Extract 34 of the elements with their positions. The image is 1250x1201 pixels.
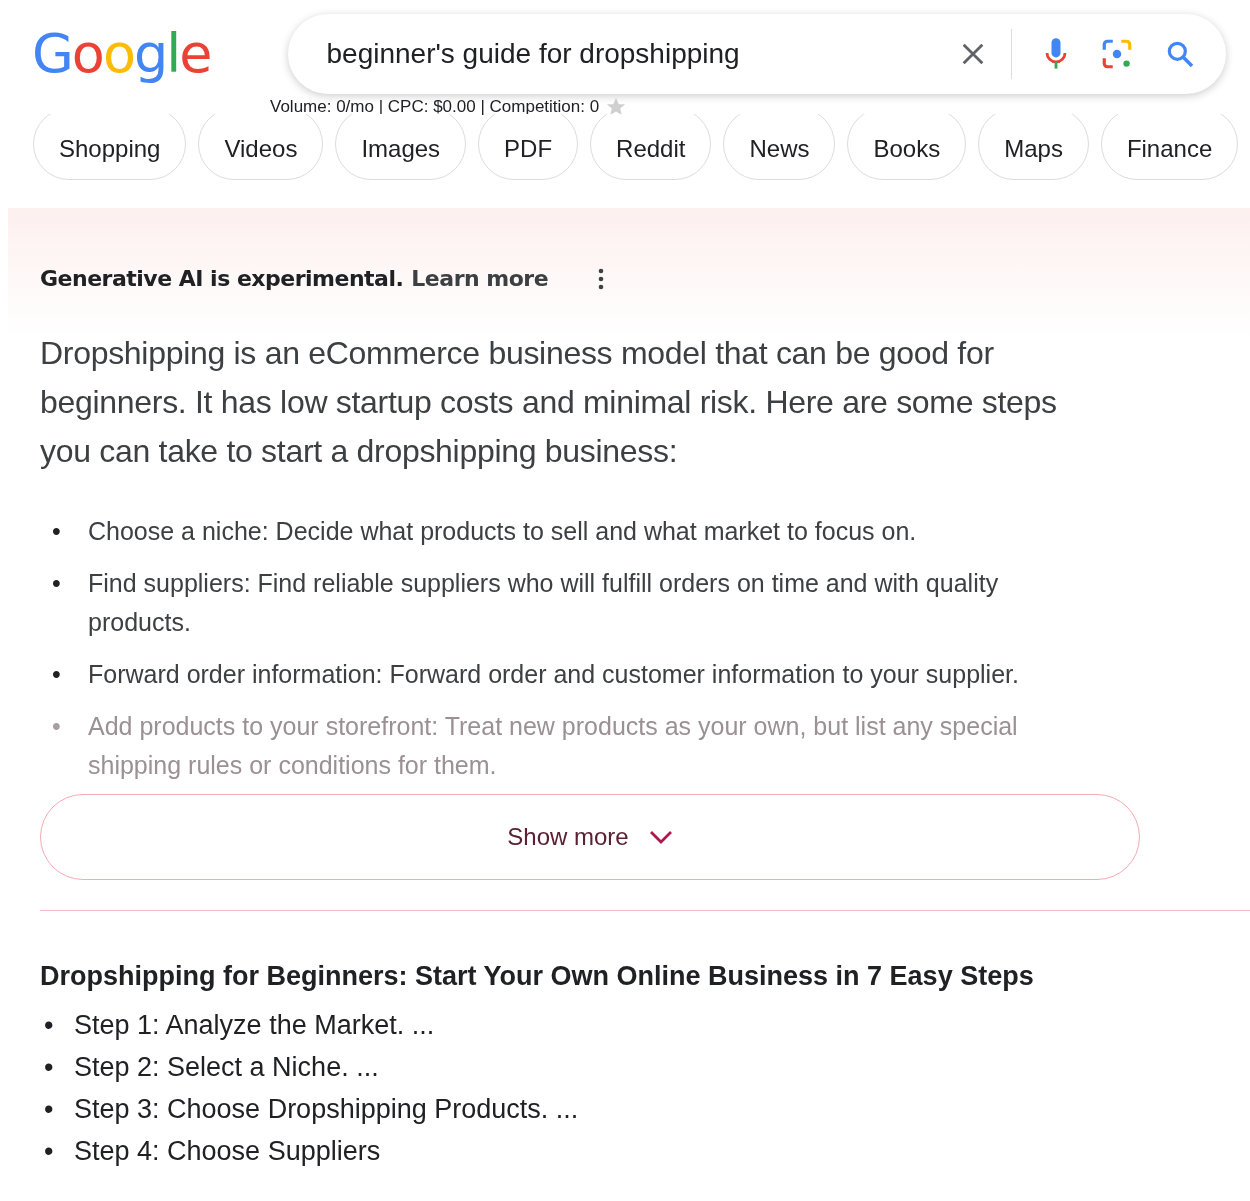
bullet: •	[44, 1093, 55, 1126]
filter-chip[interactable]: Shopping	[33, 114, 187, 180]
show-more-button[interactable]: Show more	[40, 794, 1140, 880]
filter-chip[interactable]: Books	[847, 114, 967, 180]
search-input[interactable]: beginner's guide for dropshipping	[324, 37, 930, 71]
bullet: •	[52, 516, 62, 547]
filter-chip[interactable]: Maps	[978, 114, 1089, 180]
google-logo[interactable]: Google	[32, 27, 211, 81]
snippet-step: Step 2: Select a Niche. ...	[74, 1046, 379, 1088]
learn-more-link[interactable]: Learn more	[411, 266, 549, 291]
filter-chip[interactable]: Finance	[1100, 114, 1239, 180]
step-text: Find suppliers: Find reliable suppliers who will fulfill orders on time and with quality products.	[88, 568, 1000, 638]
ai-summary: Dropshipping is an eCommerce business model that can be good for beginners. It has low startup costs and minimal risk. Here are some steps you can take to start a dropshipping business:	[40, 334, 1058, 471]
filter-chip[interactable]: Videos	[198, 114, 324, 180]
step-text: Choose a niche: Decide what products to sell and what market to focus on.	[88, 516, 918, 547]
ai-notice: Generative AI is experimental.	[40, 266, 404, 291]
chevron-down-icon	[648, 829, 673, 845]
snippet-step: Step 4: Choose Suppliers	[74, 1130, 381, 1172]
step-text: Forward order information: Forward order and customer information to your supplier.	[88, 659, 1020, 690]
bullet: •	[44, 1051, 55, 1084]
bullet: •	[52, 568, 62, 599]
snippet-step: Step 3: Choose Dropshipping Products. ...	[74, 1088, 579, 1130]
bullet: •	[44, 1009, 55, 1042]
step-text: Add products to your storefront: Treat new products as your own, but list any special shipping rules or conditions for them.	[88, 711, 1019, 781]
bullet: •	[44, 1135, 55, 1168]
more-options-icon[interactable]	[598, 267, 605, 290]
filter-chip[interactable]: News	[723, 114, 836, 180]
snippet-step: Step 1: Analyze the Market. ...	[74, 1004, 435, 1046]
bullet: •	[52, 711, 62, 742]
bullet: •	[52, 659, 62, 690]
filter-chip[interactable]: PDF	[478, 114, 579, 180]
snippet-title: Dropshipping for Beginners: Start Your Own Online Business in 7 Easy Steps	[40, 961, 1035, 992]
filter-chip[interactable]: Images	[335, 114, 467, 180]
filter-chip[interactable]: Reddit	[590, 114, 712, 180]
